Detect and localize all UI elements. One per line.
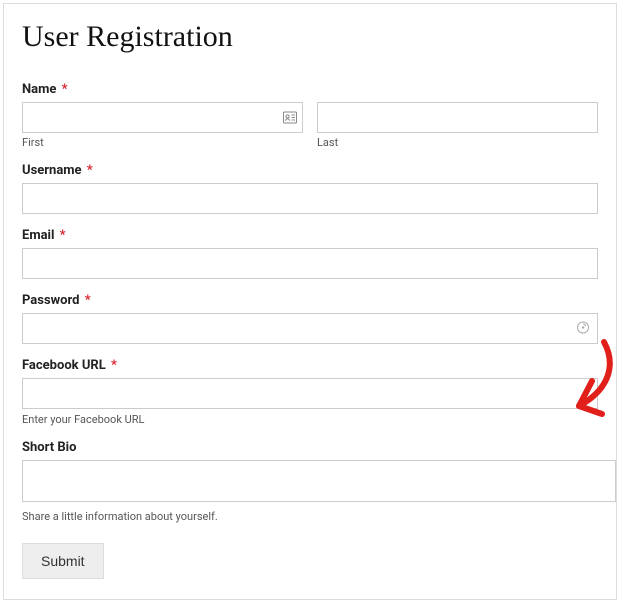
password-manager-icon[interactable] [576,319,590,338]
email-input[interactable] [22,248,598,279]
page-title: User Registration [22,20,598,54]
first-name-sublabel: First [22,136,303,149]
name-label-text: Name [22,82,56,97]
bio-helper-text: Share a little information about yoursel… [22,510,598,523]
first-name-input[interactable] [22,102,303,133]
password-label-text: Password [22,293,79,308]
required-marker: * [111,358,117,373]
password-input[interactable] [22,313,598,344]
username-input[interactable] [22,183,598,214]
required-marker: * [87,163,93,178]
form-container: User Registration Name * First Last [3,3,617,600]
bio-label-text: Short Bio [22,440,76,455]
bio-textarea[interactable] [22,460,616,502]
bio-field-group: Short Bio Share a little information abo… [22,440,598,523]
username-label: Username * [22,163,598,178]
username-field-group: Username * [22,163,598,214]
required-marker: * [60,228,66,243]
submit-button[interactable]: Submit [22,543,104,579]
email-label-text: Email [22,228,54,243]
password-label: Password * [22,293,598,308]
facebook-field-group: Facebook URL * Enter your Facebook URL [22,358,598,426]
name-label: Name * [22,82,598,97]
facebook-label-text: Facebook URL [22,358,106,373]
password-field-group: Password * [22,293,598,344]
facebook-url-input[interactable] [22,378,598,409]
required-marker: * [62,82,68,97]
last-name-sublabel: Last [317,136,598,149]
email-field-group: Email * [22,228,598,279]
contact-card-icon[interactable] [283,108,297,127]
bio-label: Short Bio [22,440,598,455]
facebook-helper-text: Enter your Facebook URL [22,413,598,426]
username-label-text: Username [22,163,82,178]
email-label: Email * [22,228,598,243]
name-field-group: Name * First Last [22,82,598,149]
required-marker: * [85,293,91,308]
facebook-label: Facebook URL * [22,358,598,373]
last-name-input[interactable] [317,102,598,133]
